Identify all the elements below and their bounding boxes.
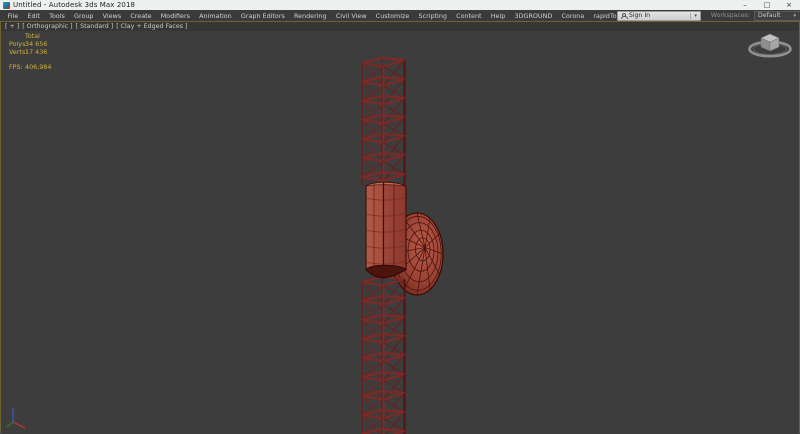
menu-animation[interactable]: Animation bbox=[195, 12, 237, 20]
menu-content[interactable]: Content bbox=[452, 12, 487, 20]
minimize-icon[interactable]: – bbox=[734, 0, 756, 10]
menu-corona[interactable]: Corona bbox=[557, 12, 589, 20]
workspaces-value: Default bbox=[758, 12, 781, 19]
window-title: Untitled - Autodesk 3ds Max 2018 bbox=[13, 1, 135, 9]
menu-tools[interactable]: Tools bbox=[44, 12, 69, 20]
menu-items: FileEditToolsGroupViewsCreateModifiersAn… bbox=[0, 10, 627, 21]
chevron-down-icon: ▾ bbox=[793, 13, 796, 19]
user-icon bbox=[621, 13, 626, 18]
menu-scripting[interactable]: Scripting bbox=[414, 12, 452, 20]
scene-canvas[interactable] bbox=[0, 21, 800, 434]
sign-in-label: Sign In bbox=[629, 12, 650, 19]
menu-edit[interactable]: Edit bbox=[23, 12, 45, 20]
viewport[interactable]: [ + ][ Orthographic ][ Standard ][ Clay … bbox=[0, 21, 800, 433]
close-icon[interactable]: × bbox=[778, 0, 800, 10]
menu-help[interactable]: Help bbox=[486, 12, 510, 20]
menu-views[interactable]: Views bbox=[98, 12, 126, 20]
menu-rendering[interactable]: Rendering bbox=[289, 12, 331, 20]
app-icon bbox=[3, 2, 10, 9]
viewcube[interactable] bbox=[750, 34, 791, 56]
menu-bar: FileEditToolsGroupViewsCreateModifiersAn… bbox=[0, 10, 800, 21]
menu-graph-editors[interactable]: Graph Editors bbox=[236, 12, 289, 20]
chevron-down-icon: ▾ bbox=[690, 13, 697, 19]
menu-modifiers[interactable]: Modifiers bbox=[156, 12, 194, 20]
world-axis-tripod bbox=[7, 408, 25, 428]
maximize-icon[interactable]: □ bbox=[756, 0, 778, 10]
menu-civil-view[interactable]: Civil View bbox=[331, 12, 371, 20]
model-cylinder[interactable] bbox=[366, 182, 406, 277]
menu-group[interactable]: Group bbox=[69, 12, 98, 20]
sign-in-button[interactable]: Sign In ▾ bbox=[617, 11, 701, 21]
menu-customize[interactable]: Customize bbox=[371, 12, 414, 20]
workspaces-dropdown[interactable]: Default ▾ bbox=[754, 11, 800, 21]
window-controls: – □ × bbox=[734, 0, 800, 10]
menu-right-cluster: Sign In ▾ Workspaces: Default ▾ bbox=[617, 10, 800, 21]
menu-file[interactable]: File bbox=[3, 12, 23, 20]
menu-3dground[interactable]: 3DGROUND bbox=[510, 12, 557, 20]
workspaces-label: Workspaces: bbox=[711, 12, 750, 19]
menu-create[interactable]: Create bbox=[126, 12, 156, 20]
title-bar: Untitled - Autodesk 3ds Max 2018 – □ × bbox=[0, 0, 800, 10]
